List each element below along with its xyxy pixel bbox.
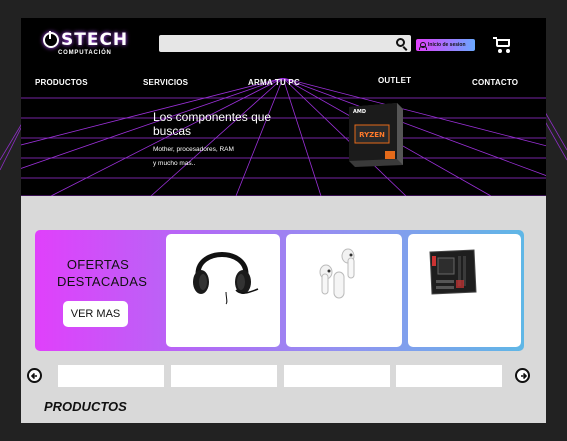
brand-name: STECH (61, 30, 129, 50)
carousel-slot[interactable] (284, 365, 390, 387)
cart-icon[interactable] (493, 37, 511, 53)
search-input[interactable] (159, 35, 411, 52)
arrow-left-icon (30, 372, 37, 380)
nav-item-arma-tu-pc[interactable]: ARMA TU PC (248, 78, 300, 87)
carousel-prev-button[interactable] (27, 368, 42, 383)
nav-item-outlet[interactable]: OUTLET (378, 76, 411, 85)
nav-item-contacto[interactable]: CONTACTO (472, 78, 518, 87)
ofertas-title: OFERTAS DESTACADAS (57, 257, 148, 289)
hero-title: Los componentes que buscas (153, 110, 272, 138)
hero-subtitle-line1: Mother, procesadores, RAM (153, 146, 234, 153)
hero-subtitle-line2: y mucho mas.. (153, 160, 196, 167)
brand-subtitle: COMPUTACIÓN (58, 50, 112, 56)
carousel-next-button[interactable] (515, 368, 530, 383)
site-header: STECH COMPUTACIÓN Inicio de sesion (21, 18, 546, 78)
login-label: Inicio de sesion (428, 42, 466, 48)
productos-heading: PRODUCTOS (44, 399, 127, 414)
amd-label: AMD (353, 109, 366, 115)
carousel-slot[interactable] (58, 365, 164, 387)
search-icon[interactable] (396, 38, 405, 47)
product-card-motherboard[interactable] (408, 234, 521, 347)
ver-mas-button[interactable]: VER MAS (63, 301, 128, 327)
brand-logo[interactable]: STECH COMPUTACIÓN (43, 30, 133, 66)
headphones-image (193, 252, 259, 305)
carousel-slot[interactable] (396, 365, 502, 387)
ryzen-box-image: RYZEN AMD (349, 103, 403, 167)
nav-item-servicios[interactable]: SERVICIOS (143, 78, 188, 87)
product-card-headphones[interactable] (166, 234, 280, 347)
earbuds-image (319, 248, 355, 299)
power-icon (43, 31, 59, 48)
carousel-slot[interactable] (171, 365, 277, 387)
login-button[interactable]: Inicio de sesion (416, 39, 475, 51)
product-card-earbuds[interactable] (286, 234, 402, 347)
user-icon (419, 41, 427, 50)
ryzen-label: RYZEN (359, 131, 385, 139)
arrow-right-icon (521, 372, 528, 380)
motherboard-image (429, 249, 477, 295)
nav-item-productos[interactable]: PRODUCTOS (35, 78, 88, 87)
